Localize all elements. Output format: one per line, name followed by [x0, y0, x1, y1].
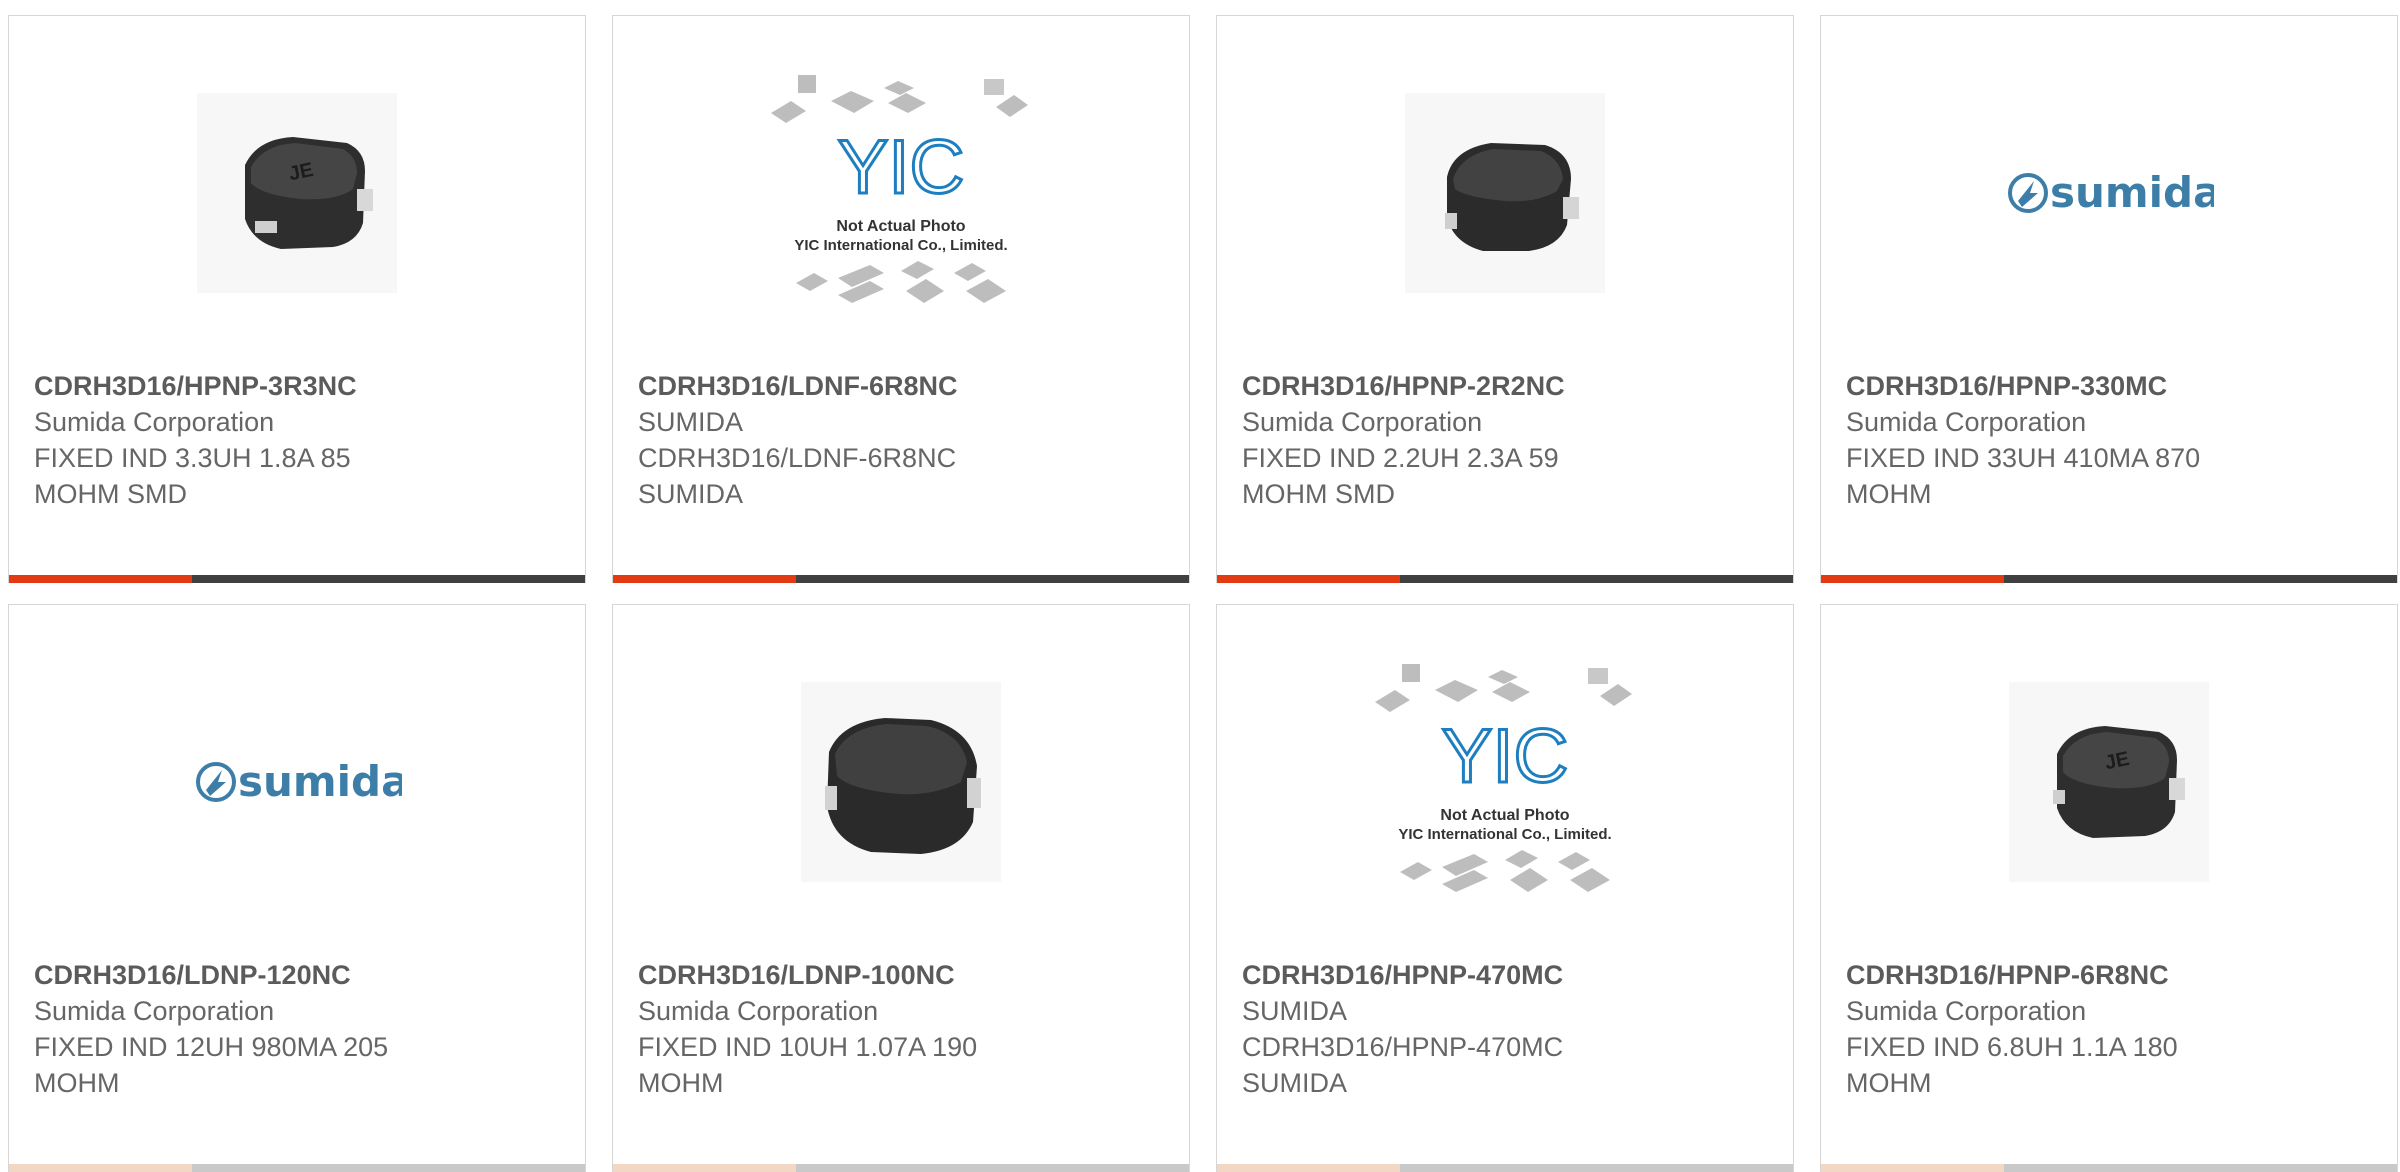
description-line: FIXED IND 6.8UH 1.1A 180 [1846, 1032, 2178, 1062]
manufacturer: Sumida Corporation [34, 407, 275, 437]
svg-text:Not Actual Photo: Not Actual Photo [836, 218, 965, 235]
svg-text:YIC International Co., Limited: YIC International Co., Limited. [794, 237, 1007, 254]
product-card[interactable]: JE CDRH3D16/HPNP-6R8NC Sumida Corporatio… [1820, 604, 2398, 1172]
part-number[interactable]: CDRH3D16/HPNP-3R3NC [34, 368, 565, 404]
inductor-photo: JE [2009, 682, 2209, 882]
product-image [1217, 78, 1793, 308]
part-number[interactable]: CDRH3D16/HPNP-6R8NC [1846, 957, 2377, 993]
card-accent-bar [1217, 1164, 1793, 1172]
card-accent-bar [9, 1164, 585, 1172]
product-image: sumida [1821, 78, 2397, 308]
card-accent-bar [9, 575, 585, 583]
manufacturer: Sumida Corporation [1242, 407, 1483, 437]
inductor-photo: JE [197, 93, 397, 293]
description-line: FIXED IND 2.2UH 2.3A 59 [1242, 443, 1559, 473]
description-line: SUMIDA [1242, 1068, 1348, 1098]
product-card[interactable]: YIC Not Actual Photo YIC International C… [612, 15, 1190, 583]
part-number[interactable]: CDRH3D16/LDNP-120NC [34, 957, 565, 993]
svg-text:YIC International Co., Limited: YIC International Co., Limited. [1398, 826, 1611, 843]
description-line: MOHM SMD [34, 479, 187, 509]
product-image: YIC Not Actual Photo YIC International C… [1217, 664, 1793, 897]
card-accent-bar [613, 1164, 1189, 1172]
product-image [613, 667, 1189, 897]
inductor-photo [1405, 93, 1605, 293]
yic-placeholder-image: YIC Not Actual Photo YIC International C… [1375, 664, 1632, 892]
description-line: FIXED IND 10UH 1.07A 190 [638, 1032, 978, 1062]
description-line: FIXED IND 33UH 410MA 870 [1846, 443, 2201, 473]
product-grid: JE CDRH3D16/HPNP-3R3NC Sumida Corporatio… [0, 0, 2400, 1172]
product-card[interactable]: YIC Not Actual Photo YIC International C… [1216, 604, 1794, 1172]
yic-placeholder-image: YIC Not Actual Photo YIC International C… [771, 75, 1028, 303]
card-accent-bar [1821, 575, 2397, 583]
card-accent-bar [1217, 575, 1793, 583]
description-line: MOHM [1846, 1068, 1932, 1098]
part-number[interactable]: CDRH3D16/HPNP-330MC [1846, 368, 2377, 404]
description-line: MOHM SMD [1242, 479, 1395, 509]
product-image: YIC Not Actual Photo YIC International C… [613, 75, 1189, 308]
part-number[interactable]: CDRH3D16/HPNP-470MC [1242, 957, 1773, 993]
description-line: MOHM [638, 1068, 724, 1098]
product-image: JE [9, 78, 585, 308]
description-line: FIXED IND 3.3UH 1.8A 85 [34, 443, 351, 473]
card-accent-bar [613, 575, 1189, 583]
manufacturer: Sumida Corporation [1846, 407, 2087, 437]
product-image: JE [1821, 667, 2397, 897]
product-image: sumida [9, 667, 585, 897]
description-line: SUMIDA [638, 479, 744, 509]
manufacturer: SUMIDA [1242, 996, 1348, 1026]
sumida-logo: sumida [196, 757, 402, 806]
description-line: CDRH3D16/LDNF-6R8NC [638, 443, 957, 473]
product-card[interactable]: sumida CDRH3D16/HPNP-330MC Sumida Corpor… [1820, 15, 2398, 583]
manufacturer: Sumida Corporation [34, 996, 275, 1026]
svg-text:YIC: YIC [838, 125, 965, 210]
description-line: MOHM [1846, 479, 1932, 509]
manufacturer: Sumida Corporation [1846, 996, 2087, 1026]
svg-text:sumida: sumida [238, 757, 402, 806]
product-card[interactable]: CDRH3D16/LDNP-100NC Sumida Corporation F… [612, 604, 1190, 1172]
inductor-photo-large [801, 682, 1001, 882]
manufacturer: SUMIDA [638, 407, 744, 437]
product-card[interactable]: JE CDRH3D16/HPNP-3R3NC Sumida Corporatio… [8, 15, 586, 583]
description-line: CDRH3D16/HPNP-470MC [1242, 1032, 1564, 1062]
part-number[interactable]: CDRH3D16/LDNP-100NC [638, 957, 1169, 993]
svg-text:YIC: YIC [1442, 714, 1569, 799]
product-card[interactable]: CDRH3D16/HPNP-2R2NC Sumida Corporation F… [1216, 15, 1794, 583]
description-line: MOHM [34, 1068, 120, 1098]
sumida-logo: sumida [2008, 168, 2214, 217]
svg-text:sumida: sumida [2050, 168, 2214, 217]
svg-text:Not Actual Photo: Not Actual Photo [1440, 807, 1569, 824]
part-number[interactable]: CDRH3D16/HPNP-2R2NC [1242, 368, 1773, 404]
manufacturer: Sumida Corporation [638, 996, 879, 1026]
description-line: FIXED IND 12UH 980MA 205 [34, 1032, 389, 1062]
card-accent-bar [1821, 1164, 2397, 1172]
part-number[interactable]: CDRH3D16/LDNF-6R8NC [638, 368, 1169, 404]
product-card[interactable]: sumida CDRH3D16/LDNP-120NC Sumida Corpor… [8, 604, 586, 1172]
